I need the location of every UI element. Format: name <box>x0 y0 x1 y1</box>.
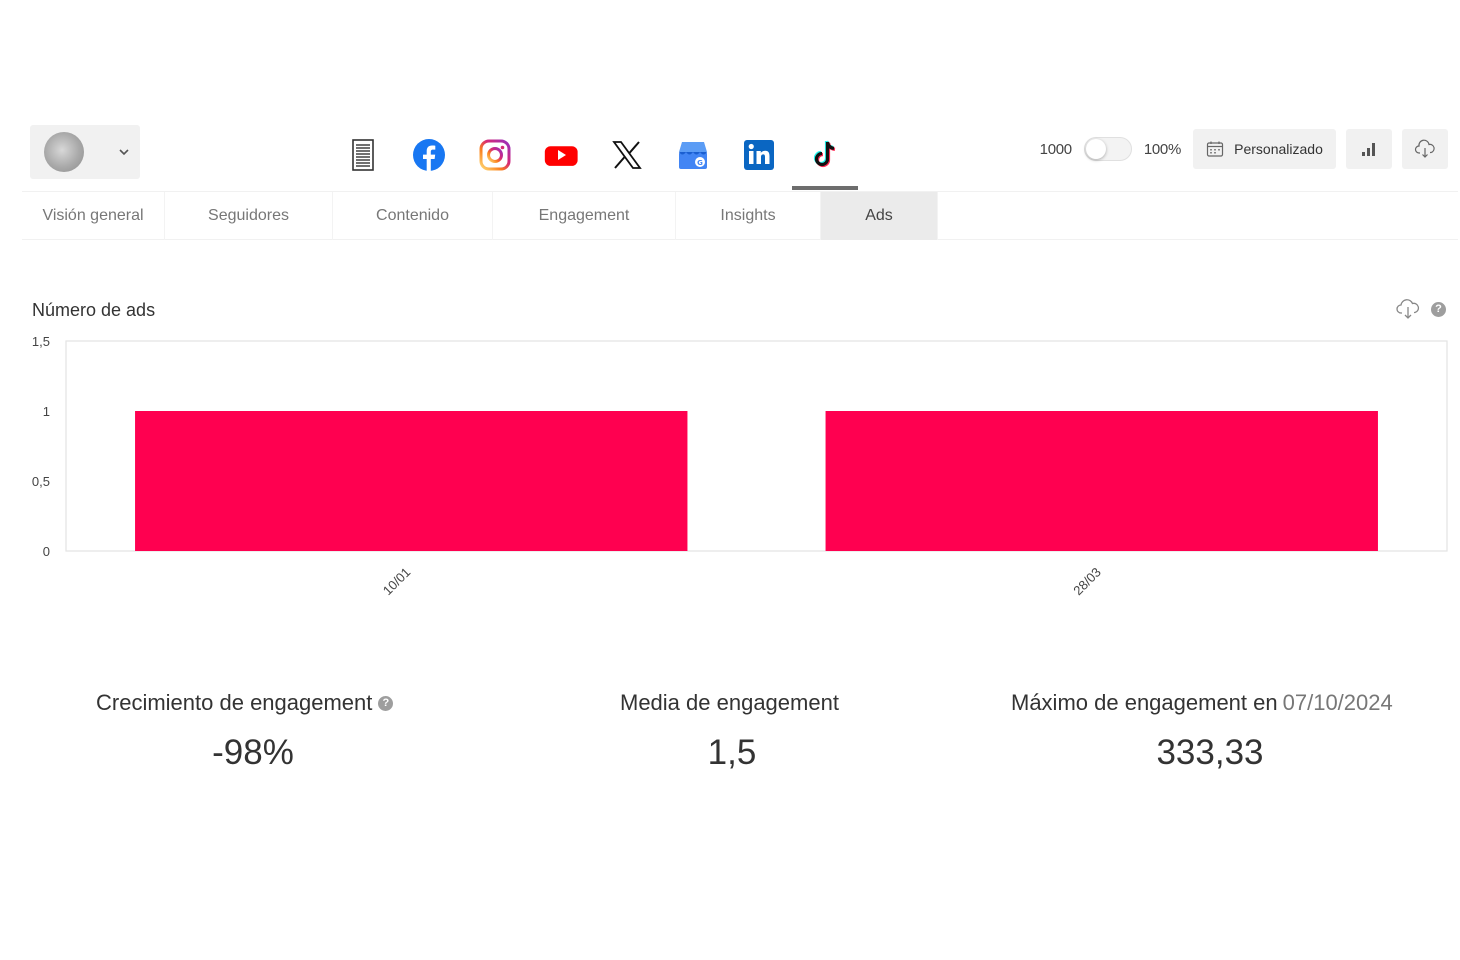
network-youtube[interactable] <box>528 120 594 190</box>
tab-vision-general[interactable]: Visión general <box>22 192 165 240</box>
help-icon[interactable]: ? <box>378 695 394 711</box>
value-percent-toggle[interactable] <box>1083 137 1132 161</box>
x-icon <box>612 141 642 169</box>
account-selector[interactable] <box>30 125 140 179</box>
date-range-label: Personalizado <box>1234 141 1323 157</box>
network-instagram[interactable] <box>462 120 528 190</box>
y-tick-label: 0,5 <box>32 474 50 489</box>
chevron-down-icon <box>119 149 129 156</box>
tab-engagement[interactable]: Engagement <box>493 192 676 240</box>
tiktok-icon <box>813 140 836 168</box>
network-linkedin[interactable] <box>726 120 792 190</box>
x-tick-label: 10/01 <box>380 565 414 599</box>
max-date: 07/10/2024 <box>1282 690 1393 715</box>
network-x[interactable] <box>594 120 660 190</box>
calendar-icon <box>1207 141 1224 157</box>
svg-text:G: G <box>697 159 703 167</box>
toolbar: 1000 100% Personalizado <box>1040 129 1448 169</box>
average-label: Media de engagement <box>620 690 839 715</box>
network-selector: G <box>330 120 858 190</box>
network-google-business[interactable]: G <box>660 120 726 190</box>
network-tiktok[interactable] <box>792 120 858 190</box>
report-icon <box>352 139 374 171</box>
network-facebook[interactable] <box>396 120 462 190</box>
y-tick-label: 0 <box>43 544 50 559</box>
average-label-row: Media de engagement <box>620 690 839 716</box>
report-stats-button[interactable] <box>1346 129 1392 169</box>
max-value: 333,33 <box>1156 733 1264 772</box>
bar[interactable] <box>825 411 1378 551</box>
max-label-row: Máximo de engagement en 07/10/2024 <box>1011 690 1393 716</box>
growth-label-row: Crecimiento de engagement ? <box>96 690 394 716</box>
google-business-icon: G <box>679 142 707 169</box>
y-tick-label: 1,5 <box>32 334 50 349</box>
cloud-download-icon[interactable] <box>1395 296 1421 322</box>
toggle-right-label: 100% <box>1143 140 1181 158</box>
tab-contenido[interactable]: Contenido <box>333 192 493 240</box>
instagram-icon <box>479 139 511 171</box>
tab-seguidores[interactable]: Seguidores <box>165 192 333 240</box>
cloud-download-icon <box>1414 139 1435 158</box>
download-button[interactable] <box>1402 129 1448 169</box>
tab-insights[interactable]: Insights <box>676 192 821 240</box>
tab-ads[interactable]: Ads <box>821 192 938 240</box>
network-report[interactable] <box>330 120 396 190</box>
average-value: 1,5 <box>707 733 757 772</box>
help-icon[interactable]: ? <box>1431 301 1446 317</box>
bar-chart-icon <box>1362 143 1375 156</box>
growth-value: -98% <box>212 733 294 772</box>
toggle-knob <box>1085 139 1106 159</box>
chart-actions: ? <box>1395 296 1446 322</box>
ads-bar-chart: 0 0,5 1 1,5 10/01 28/03 <box>32 334 1448 599</box>
chart-title: Número de ads <box>32 300 156 320</box>
avatar <box>44 132 84 172</box>
y-tick-label: 1 <box>43 404 50 419</box>
x-tick-label: 28/03 <box>1070 565 1104 599</box>
growth-label: Crecimiento de engagement <box>96 690 373 715</box>
youtube-icon <box>544 146 578 166</box>
toggle-left-label: 1000 <box>1039 140 1072 158</box>
section-tabs: Visión general Seguidores Contenido Enga… <box>22 191 1458 240</box>
max-label: Máximo de engagement en <box>1011 690 1278 715</box>
facebook-icon <box>413 139 445 171</box>
date-range-button[interactable]: Personalizado <box>1193 129 1336 169</box>
bar[interactable] <box>135 411 688 551</box>
linkedin-icon <box>744 140 774 170</box>
